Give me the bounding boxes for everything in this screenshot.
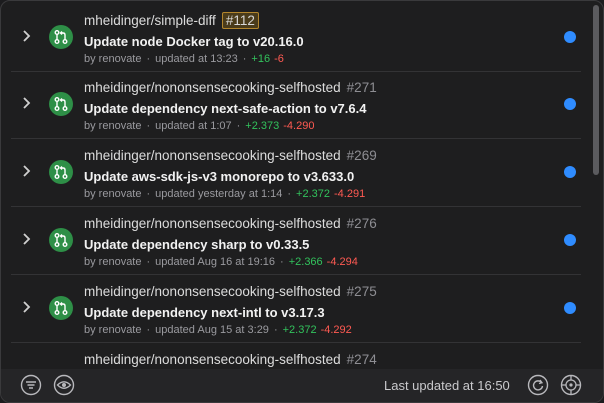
pr-number: #269 (346, 148, 377, 163)
repo-name: mheidinger/nononsensecooking-selfhosted #… (84, 284, 377, 299)
deletions: -4.294 (326, 256, 358, 268)
additions: +2.372 (296, 188, 330, 200)
repo-name: mheidinger/nononsensecooking-selfhosted #… (84, 216, 377, 231)
eye-icon[interactable] (53, 374, 75, 396)
unread-indicator (564, 98, 576, 110)
repo-name: mheidinger/nononsensecooking-selfhosted #… (84, 80, 377, 95)
pr-row[interactable]: mheidinger/nononsensecooking-selfhosted #… (1, 140, 591, 207)
unread-indicator (564, 166, 576, 178)
pr-row[interactable]: mheidinger/simple-diff #112 Update node D… (1, 5, 591, 72)
pr-number: #276 (346, 216, 377, 231)
pr-meta: by renovate · updated at 1:07 · +2.373 -4.290 (84, 120, 315, 132)
pull-request-list: mheidinger/simple-diff #112 Update node D… (1, 1, 591, 369)
pr-number: #275 (346, 284, 377, 299)
additions: +16 (251, 53, 271, 65)
pr-row[interactable]: mheidinger/nononsensecooking-selfhosted #… (1, 208, 591, 275)
pr-row[interactable]: mheidinger/nononsensecooking-selfhosted #… (1, 72, 591, 139)
chevron-right-icon[interactable] (21, 29, 31, 43)
deletions: -4.292 (320, 324, 352, 336)
filter-icon[interactable] (20, 374, 42, 396)
pr-row[interactable]: mheidinger/nononsensecooking-selfhosted #… (1, 344, 591, 369)
additions: +2.373 (245, 120, 280, 132)
pr-title: Update dependency next-safe-action to v7… (84, 101, 367, 116)
settings-icon[interactable] (560, 374, 582, 396)
pull-request-icon (49, 25, 73, 49)
scrollbar[interactable] (593, 5, 599, 175)
pr-title: Update dependency next-intl to v3.17.3 (84, 305, 325, 320)
deletions: -6 (274, 53, 284, 65)
divider (11, 274, 581, 275)
pr-title: Update node Docker tag to v20.16.0 (84, 34, 304, 49)
chevron-right-icon[interactable] (21, 232, 31, 246)
repo-name: mheidinger/simple-diff #112 (84, 12, 259, 29)
unread-indicator (564, 234, 576, 246)
pr-title: Update dependency sharp to v0.33.5 (84, 237, 310, 252)
divider (11, 342, 581, 343)
pull-request-icon (49, 228, 73, 252)
pr-row[interactable]: mheidinger/nononsensecooking-selfhosted #… (1, 276, 591, 343)
pr-title: Update aws-sdk-js-v3 monorepo to v3.633.… (84, 169, 355, 184)
footer-toolbar: Last updated at 16:50 (1, 369, 603, 402)
refresh-icon[interactable] (527, 374, 549, 396)
repo-name: mheidinger/nononsensecooking-selfhosted #… (84, 352, 377, 367)
pr-number: #271 (346, 80, 377, 95)
chevron-right-icon[interactable] (21, 164, 31, 178)
additions: +2.366 (288, 256, 323, 268)
chevron-right-icon[interactable] (21, 96, 31, 110)
pull-request-icon (49, 160, 73, 184)
pull-request-icon (49, 92, 73, 116)
unread-indicator (564, 302, 576, 314)
app-window: mheidinger/simple-diff #112 Update node D… (0, 0, 604, 403)
pr-meta: by renovate · updated at 13:23 · +16 -6 (84, 53, 284, 65)
pr-meta: by renovate · updated Aug 16 at 19:16 · +2.3… (84, 256, 358, 268)
deletions: -4.291 (334, 188, 366, 200)
last-updated-status: Last updated at 16:50 (384, 378, 510, 393)
deletions: -4.290 (283, 120, 315, 132)
divider (11, 206, 581, 207)
pr-meta: by renovate · updated Aug 15 at 3:29 · +2.37… (84, 324, 352, 336)
pull-request-icon (49, 296, 73, 320)
repo-name: mheidinger/nononsensecooking-selfhosted #… (84, 148, 377, 163)
pr-number: #274 (346, 352, 377, 367)
additions: +2.372 (282, 324, 317, 336)
chevron-right-icon[interactable] (21, 300, 31, 314)
pr-number: #112 (221, 12, 259, 29)
unread-indicator (564, 31, 576, 43)
pr-meta: by renovate · updated yesterday at 1:14 · +2… (84, 188, 366, 200)
divider (11, 138, 581, 139)
